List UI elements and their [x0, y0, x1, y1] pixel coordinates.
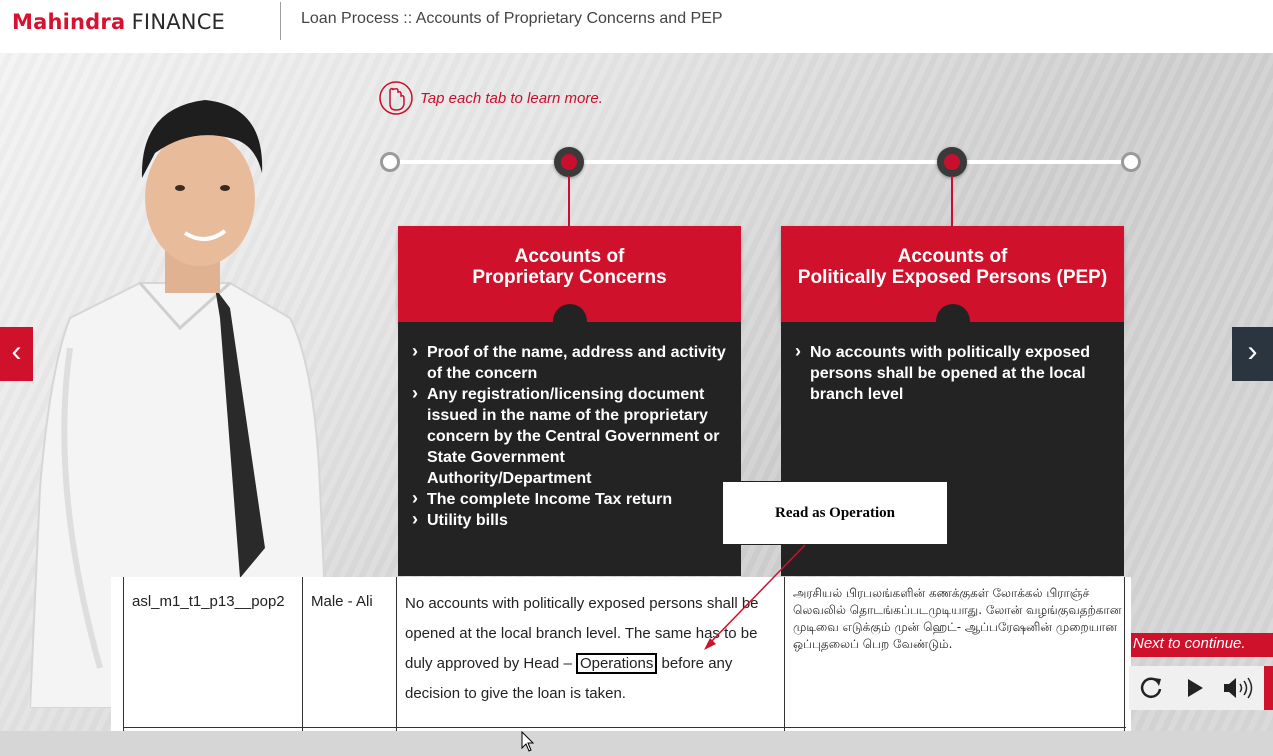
- review-table: asl_m1_t1_p13__pop2 Male - Ali No accoun…: [111, 577, 1131, 731]
- cell-voice: Male - Ali: [303, 577, 397, 731]
- timeline-end-dot: [1121, 152, 1141, 172]
- card-list: No accounts with politically exposed per…: [795, 341, 1110, 405]
- list-item: No accounts with politically exposed per…: [795, 341, 1110, 405]
- mahindra-finance-logo: Mahindra FINANCE: [12, 9, 225, 35]
- volume-button[interactable]: [1217, 666, 1261, 710]
- replay-icon: [1140, 677, 1162, 698]
- logo-brand: Mahindra: [12, 10, 126, 34]
- tab-pep-dot[interactable]: [937, 147, 967, 177]
- cell-audio-id: asl_m1_t1_p13__pop2: [123, 577, 303, 731]
- card-title-line2: Politically Exposed Persons (PEP): [797, 267, 1108, 288]
- bottom-bar: [0, 731, 1273, 756]
- replay-button[interactable]: [1129, 666, 1173, 710]
- page-title: Loan Process :: Accounts of Proprietary …: [301, 10, 723, 27]
- list-item: The complete Income Tax return: [412, 488, 727, 510]
- card-notch: [935, 304, 970, 338]
- tap-hint: Tap each tab to learn more.: [378, 80, 603, 116]
- card-list: Proof of the name, address and activity …: [412, 341, 727, 531]
- volume-icon: [1224, 677, 1253, 699]
- controls-accent: [1264, 666, 1273, 710]
- header: Mahindra FINANCE Loan Process :: Account…: [0, 0, 1273, 53]
- next-slide-button[interactable]: ›: [1232, 327, 1273, 381]
- card-title-line1: Accounts of: [897, 246, 1008, 267]
- annotation-arrow: [704, 544, 806, 650]
- list-item: Utility bills: [412, 509, 727, 531]
- hint-text: Tap each tab to learn more.: [420, 89, 603, 107]
- list-item: Proof of the name, address and activity …: [412, 341, 727, 384]
- tap-hand-icon: [379, 81, 413, 115]
- play-button[interactable]: [1173, 666, 1217, 710]
- card-notch: [552, 304, 587, 338]
- mouse-cursor-icon: [521, 731, 535, 752]
- card-proprietary-concerns[interactable]: Accounts of Proprietary Concerns Proof o…: [398, 226, 741, 576]
- connector-line: [568, 176, 570, 226]
- card-title-line2: Proprietary Concerns: [472, 267, 667, 288]
- connector-line: [951, 176, 953, 226]
- timeline-track: [389, 160, 1131, 164]
- table-bottom-border: [123, 727, 1126, 728]
- card-body: Proof of the name, address and activity …: [398, 304, 741, 576]
- player-controls: [1129, 666, 1264, 710]
- prev-slide-button[interactable]: ‹: [0, 327, 33, 381]
- next-to-continue-label: Next to continue.: [1131, 633, 1273, 657]
- play-icon: [1188, 679, 1203, 697]
- header-divider: [280, 2, 281, 40]
- annotation-callout: Read as Operation: [722, 481, 948, 545]
- timeline-start-dot: [380, 152, 400, 172]
- chevron-left-icon: ‹: [11, 335, 22, 368]
- highlighted-word: Operations: [575, 653, 658, 674]
- chevron-right-icon: ›: [1247, 335, 1258, 368]
- list-item: Any registration/licensing document issu…: [412, 383, 727, 489]
- card-title-line1: Accounts of: [514, 246, 625, 267]
- logo-suffix: FINANCE: [131, 10, 226, 34]
- cell-tamil-text: அரசியல் பிரபலங்களின் கணக்குகள் லோக்கல் …: [785, 577, 1125, 731]
- tab-proprietary-concerns-dot[interactable]: [554, 147, 584, 177]
